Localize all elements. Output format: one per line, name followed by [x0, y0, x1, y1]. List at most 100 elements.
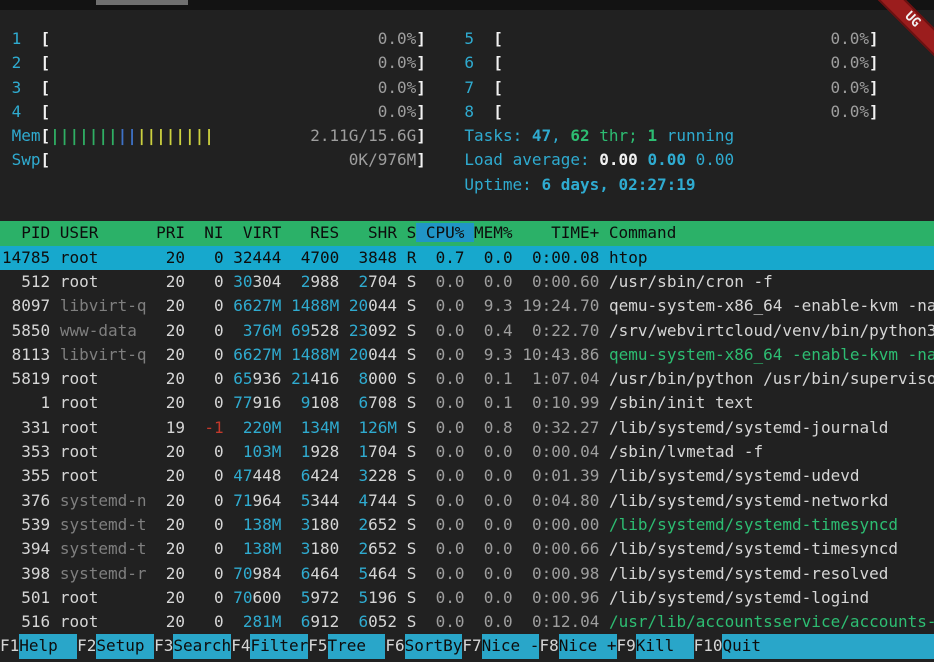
process-row-331[interactable]: 331 root 19 -1 220M 134M 126M S 0.0 0.8 …	[2, 416, 934, 440]
cell-mem: 0.0	[474, 564, 513, 583]
faction-F10[interactable]: Quit	[722, 634, 934, 658]
process-row-394[interactable]: 394 systemd-t 20 0 138M 3180 2652 S 0.0 …	[2, 537, 934, 561]
cell-command: qemu-system-x86_64 -enable-kvm -na	[609, 296, 934, 315]
process-row-512[interactable]: 512 root 20 0 30304 2988 2704 S 0.0 0.0 …	[2, 270, 934, 294]
cell-cpu: 0.0	[426, 588, 465, 607]
swp-meter-row: Swp[ 0K/976M] Load average: 0.00 0.00 0.…	[2, 148, 934, 172]
column-CPU%[interactable]: CPU%	[416, 223, 474, 242]
faction-F8[interactable]: Nice +	[559, 634, 617, 658]
cell-cpu: 0.0	[426, 515, 465, 534]
uptime-label: Uptime:	[464, 175, 541, 194]
process-table-header[interactable]: PID USER PRI NI VIRT RES SHR S CPU% MEM%…	[0, 221, 934, 245]
cell-virt: 65	[233, 369, 252, 388]
cell-user: root	[60, 393, 147, 412]
process-row-355[interactable]: 355 root 20 0 47448 6424 3228 S 0.0 0.0 …	[2, 464, 934, 488]
cell-state: S	[407, 296, 417, 315]
cell-res: 344	[310, 491, 339, 510]
process-row-398[interactable]: 398 systemd-r 20 0 70984 6464 5464 S 0.0…	[2, 562, 934, 586]
cell-state: S	[407, 321, 417, 340]
cell-res: 912	[310, 612, 339, 631]
meter-open-bracket: [	[41, 78, 51, 97]
cell-mem: 0.0	[474, 248, 513, 267]
cell-state: S	[407, 442, 417, 461]
process-row-353[interactable]: 353 root 20 0 103M 1928 1704 S 0.0 0.0 0…	[2, 440, 934, 464]
cell-cpu: 0.0	[426, 491, 465, 510]
process-row-1[interactable]: 1 root 20 0 77916 9108 6708 S 0.0 0.1 0:…	[2, 391, 934, 415]
meter-open-bracket: [	[493, 29, 503, 48]
column-VIRT[interactable]: VIRT	[233, 223, 291, 242]
process-row-376[interactable]: 376 systemd-n 20 0 71964 5344 4744 S 0.0…	[2, 489, 934, 513]
meter-close-bracket: ]	[416, 126, 426, 145]
column-NI[interactable]: NI	[195, 223, 234, 242]
cell-shr: 744	[368, 491, 397, 510]
faction-F6[interactable]: SortBy	[405, 634, 463, 658]
fkey-F1[interactable]: F1	[0, 634, 19, 658]
faction-F1[interactable]: Help	[19, 634, 77, 658]
fkey-F8[interactable]: F8	[539, 634, 558, 658]
mem-bar-blue: ||	[118, 126, 137, 145]
fkey-F3[interactable]: F3	[154, 634, 173, 658]
process-row-14785[interactable]: 14785 root 20 0 32444 4700 3848 R 0.7 0.…	[0, 246, 934, 270]
tasks-running-word: running	[657, 126, 734, 145]
column-MEM%[interactable]: MEM%	[474, 223, 522, 242]
function-key-bar: F1Help F2Setup F3SearchF4FilterF5Tree F6…	[0, 634, 934, 658]
cell-pid: 539	[2, 515, 50, 534]
cpu-meter-label: 2	[2, 53, 41, 72]
process-row-539[interactable]: 539 systemd-t 20 0 138M 3180 2652 S 0.0 …	[2, 513, 934, 537]
cell-shr: 6	[349, 612, 368, 631]
cpu-meter-value: 0.0%	[830, 78, 869, 97]
cell-res: 5	[291, 491, 310, 510]
fkey-F6[interactable]: F6	[385, 634, 404, 658]
cell-ni: 0	[195, 442, 224, 461]
fkey-F7[interactable]: F7	[462, 634, 481, 658]
cpu-meter-row-3: 3 [ 0.0%] 7 [ 0.0%]	[2, 76, 934, 100]
cpu-meter-label: 7	[464, 78, 493, 97]
fkey-F9[interactable]: F9	[617, 634, 636, 658]
meter-open-bracket: [	[493, 78, 503, 97]
column-PID[interactable]: PID	[2, 223, 60, 242]
process-row-5850[interactable]: 5850 www-data 20 0 376M 69528 23092 S 0.…	[2, 319, 934, 343]
fkey-F5[interactable]: F5	[308, 634, 327, 658]
cell-cpu: 0.0	[426, 321, 465, 340]
cell-user: systemd-t	[60, 539, 147, 558]
faction-F3[interactable]: Search	[173, 634, 231, 658]
faction-F9[interactable]: Kill	[636, 634, 694, 658]
cell-res: 928	[310, 442, 339, 461]
cell-mem: 0.0	[474, 539, 513, 558]
cell-pri: 20	[156, 515, 185, 534]
mem-bar-yellow: ||||||||	[137, 126, 214, 145]
cell-user: systemd-t	[60, 515, 147, 534]
process-row-8097[interactable]: 8097 libvirt-q 20 0 6627M 1488M 20044 S …	[2, 294, 934, 318]
cell-command: qemu-system-x86_64 -enable-kvm -na	[609, 345, 934, 364]
process-row-516[interactable]: 516 root 20 0 281M 6912 6052 S 0.0 0.0 0…	[2, 610, 934, 634]
cell-res: 1	[291, 442, 310, 461]
column-S[interactable]: S	[407, 223, 417, 242]
fkey-F4[interactable]: F4	[231, 634, 250, 658]
cell-virt: 71	[233, 491, 252, 510]
column-RES[interactable]: RES	[291, 223, 349, 242]
column-USER[interactable]: USER	[60, 223, 156, 242]
column-TIME+[interactable]: TIME+	[522, 223, 609, 242]
faction-F2[interactable]: Setup	[96, 634, 154, 658]
process-row-8113[interactable]: 8113 libvirt-q 20 0 6627M 1488M 20044 S …	[2, 343, 934, 367]
process-row-501[interactable]: 501 root 20 0 70600 5972 5196 S 0.0 0.0 …	[2, 586, 934, 610]
faction-F5[interactable]: Tree	[328, 634, 386, 658]
fkey-F2[interactable]: F2	[77, 634, 96, 658]
faction-F7[interactable]: Nice -	[482, 634, 540, 658]
fkey-F10[interactable]: F10	[694, 634, 723, 658]
column-SHR[interactable]: SHR	[349, 223, 407, 242]
swp-meter-label: Swp	[2, 150, 41, 169]
column-PRI[interactable]: PRI	[156, 223, 195, 242]
cell-mem: 0.0	[474, 442, 513, 461]
mem-meter-row: Mem[||||||||||||||||| 2.11G/15.6G] Tasks…	[2, 124, 934, 148]
cell-user: www-data	[60, 321, 147, 340]
cell-virt: 936	[253, 369, 282, 388]
meter-close-bracket: ]	[869, 29, 879, 48]
process-row-5819[interactable]: 5819 root 20 0 65936 21416 8000 S 0.0 0.…	[2, 367, 934, 391]
column-Command[interactable]: Command	[609, 223, 676, 242]
cell-virt: 600	[253, 588, 282, 607]
meter-close-bracket: ]	[869, 53, 879, 72]
faction-F4[interactable]: Filter	[250, 634, 308, 658]
cell-res: 5	[291, 588, 310, 607]
spacer-line	[2, 197, 934, 221]
